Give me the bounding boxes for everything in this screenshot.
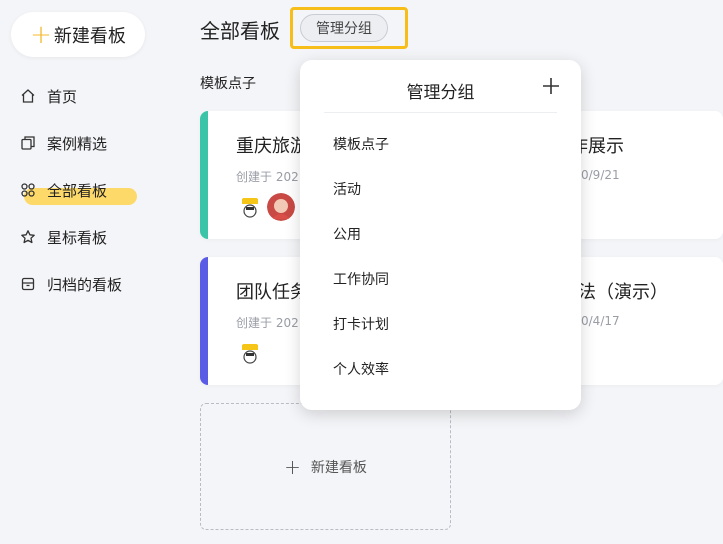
sidebar-item-label: 案例精选 — [47, 134, 108, 153]
avatar — [267, 193, 295, 221]
dropdown-divider — [324, 112, 557, 113]
sidebar-item-archived[interactable]: 归档的看板 — [20, 270, 122, 298]
sidebar-item-home[interactable]: 首页 — [20, 82, 77, 110]
group-item[interactable]: 公用 — [333, 224, 361, 244]
new-board-card-label: 新建看板 — [310, 459, 367, 476]
card-title: 团队任务 — [236, 282, 308, 303]
group-item[interactable]: 活动 — [333, 179, 361, 199]
grid-icon — [20, 182, 36, 198]
card-accent-bar — [200, 111, 208, 239]
group-item[interactable]: 打卡计划 — [333, 314, 389, 334]
copy-icon — [20, 135, 36, 151]
new-board-button[interactable]: + 新建看板 — [11, 12, 145, 57]
sidebar-item-cases[interactable]: 案例精选 — [20, 129, 107, 157]
manage-groups-button[interactable]: 管理分组 — [300, 14, 388, 42]
sidebar-item-label: 归档的看板 — [47, 275, 123, 294]
home-icon — [20, 88, 36, 104]
avatar — [238, 342, 262, 366]
page-title: 全部看板 — [200, 19, 280, 43]
card-date: 0/4/17 — [581, 314, 620, 328]
card-date: 创建于 202 — [236, 170, 299, 184]
archive-icon — [20, 276, 36, 292]
sidebar-item-label: 首页 — [47, 87, 78, 106]
dropdown-title: 管理分组 — [406, 83, 475, 103]
group-item[interactable]: 模板点子 — [333, 134, 389, 154]
card-date: 0/9/21 — [581, 168, 620, 182]
manage-groups-dropdown: 管理分组 模板点子 活动 公用 工作协同 打卡计划 个人效率 — [300, 60, 581, 410]
star-icon — [20, 229, 36, 245]
sidebar-item-label: 全部看板 — [47, 181, 108, 200]
plus-icon: + — [284, 454, 301, 479]
avatar — [238, 196, 262, 220]
card-date: 创建于 202 — [236, 316, 299, 330]
new-board-button-label: 新建看板 — [53, 25, 126, 47]
sidebar-item-all-boards[interactable]: 全部看板 — [20, 176, 107, 204]
card-title: 法（演示） — [578, 282, 668, 303]
sidebar-item-starred[interactable]: 星标看板 — [20, 223, 107, 251]
group-title: 模板点子 — [200, 76, 256, 92]
card-title: 重庆旅游 — [236, 136, 308, 157]
group-item[interactable]: 工作协同 — [333, 269, 389, 289]
card-accent-bar — [200, 257, 208, 385]
add-group-icon[interactable] — [541, 76, 561, 96]
new-board-card[interactable]: + 新建看板 — [200, 403, 451, 530]
plus-icon: + — [30, 19, 52, 50]
sidebar-item-label: 星标看板 — [47, 228, 108, 247]
group-item[interactable]: 个人效率 — [333, 359, 389, 379]
